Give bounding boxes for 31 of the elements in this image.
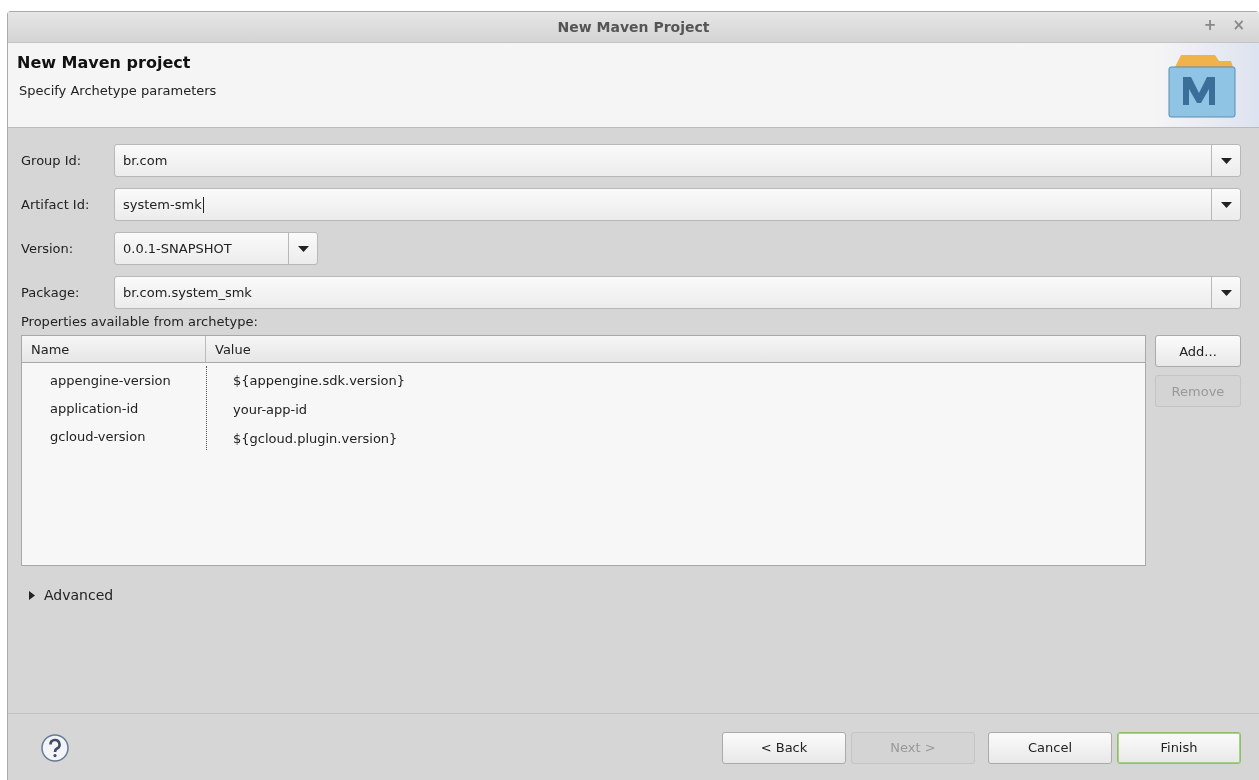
help-icon[interactable]	[40, 732, 70, 763]
wizard-button[interactable]: Finish	[1117, 731, 1241, 764]
wizard-button[interactable]: Cancel	[988, 731, 1112, 764]
collapsed-triangle-icon[interactable]	[29, 590, 36, 600]
column-header[interactable]: Value	[206, 336, 1145, 362]
field-label: Version:	[21, 241, 75, 256]
section-label: Properties available from archetype:	[21, 314, 259, 329]
wizard-button[interactable]: < Back	[722, 731, 846, 764]
table-cell-text: ${gcloud.plugin.version}	[233, 430, 399, 448]
combo-box[interactable]: br.com	[114, 144, 1241, 177]
table-cell-text: appengine-version	[49, 371, 172, 390]
column-header[interactable]: Name	[22, 336, 206, 362]
table-cell-text: application-id	[49, 399, 140, 418]
table-cell-text: ${appengine.sdk.version}	[233, 372, 407, 390]
advanced-toggle[interactable]: Advanced	[44, 587, 114, 603]
combo-box[interactable]: br.com.system_smk	[114, 276, 1241, 309]
combo-box[interactable]: system-smk	[114, 188, 1241, 221]
table-cell-text: your-app-id	[233, 401, 309, 419]
field-label: Package:	[21, 285, 81, 300]
dropdown-arrow-icon	[1220, 157, 1232, 164]
combo-box[interactable]: 0.0.1-SNAPSHOT	[114, 232, 318, 265]
window-title: New Maven Project	[557, 19, 710, 35]
add-button[interactable]: Add...	[1155, 335, 1241, 367]
dropdown-arrow-icon	[1220, 289, 1232, 296]
page-title: New Maven project	[17, 53, 192, 72]
dropdown-arrow-icon	[297, 245, 309, 252]
field-label: Artifact Id:	[21, 197, 91, 212]
field-label: Group Id:	[21, 153, 83, 168]
table-cell-text: gcloud-version	[49, 427, 147, 446]
page-description: Specify Archetype parameters	[18, 83, 217, 98]
dropdown-arrow-icon	[1220, 201, 1232, 208]
